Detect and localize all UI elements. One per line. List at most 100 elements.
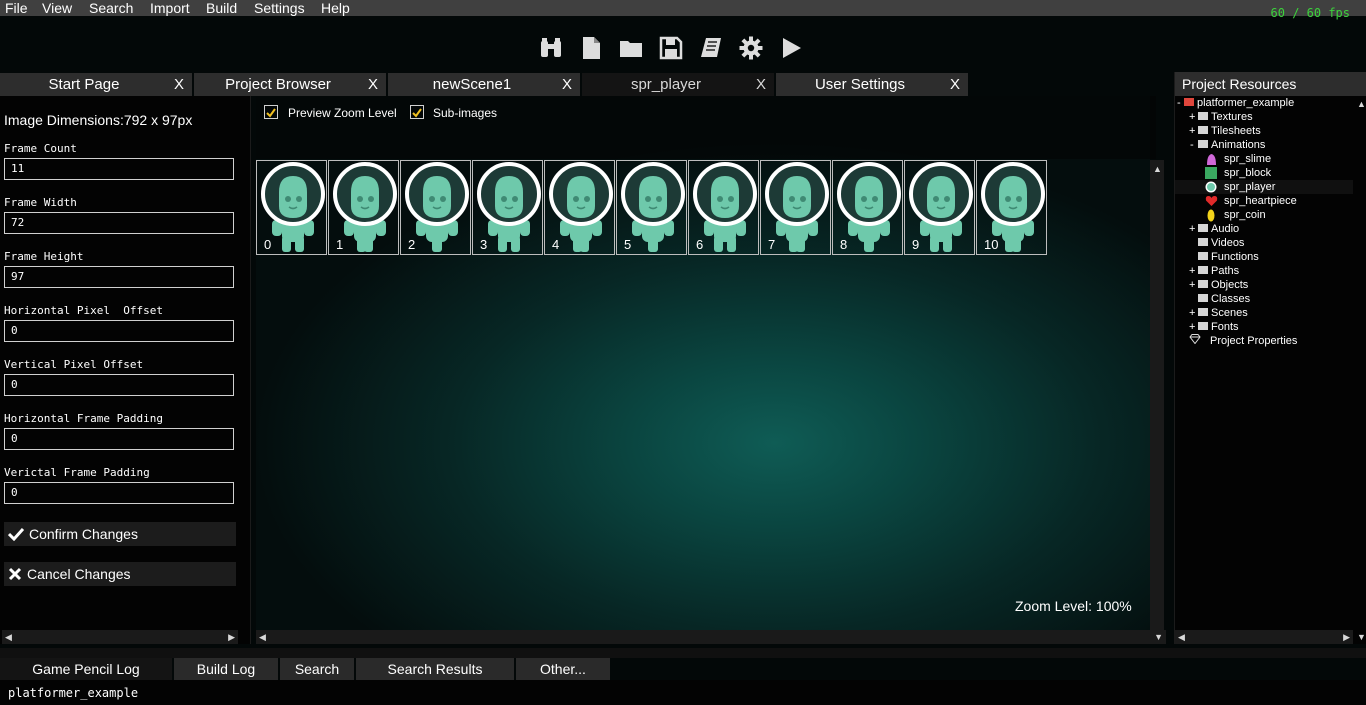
- tree-item-spr-player[interactable]: spr_player: [1175, 180, 1353, 194]
- canvas-horizontal-scrollbar[interactable]: ◀ ▼: [256, 630, 1166, 644]
- tab-close-button[interactable]: X: [174, 73, 184, 96]
- expand-toggle[interactable]: +: [1189, 306, 1195, 320]
- menu-build[interactable]: Build: [206, 0, 237, 16]
- scroll-up-arrow-icon[interactable]: ▲: [1153, 162, 1162, 176]
- scroll-right-arrow-icon[interactable]: ▶: [228, 630, 235, 644]
- tab-close-button[interactable]: X: [756, 73, 766, 96]
- new-file-icon[interactable]: [577, 34, 605, 62]
- scroll-up-arrow-icon[interactable]: ▲: [1357, 97, 1366, 111]
- tab-close-button[interactable]: X: [950, 73, 960, 96]
- book-icon[interactable]: [697, 34, 725, 62]
- tab-search[interactable]: Search: [280, 658, 354, 680]
- horizontal-offset-label: Horizontal Pixel Offset: [4, 304, 163, 317]
- tab-label: Project Browser: [225, 76, 331, 93]
- sprite-frame[interactable]: 5: [616, 160, 687, 255]
- expand-toggle[interactable]: +: [1189, 110, 1195, 124]
- tree-item-label: Textures: [1211, 111, 1253, 123]
- tab-close-button[interactable]: X: [368, 73, 378, 96]
- expand-toggle[interactable]: +: [1189, 278, 1195, 292]
- left-panel-horizontal-scrollbar[interactable]: ◀ ▶: [2, 630, 238, 644]
- sprite-frame[interactable]: 2: [400, 160, 471, 255]
- sprite-frame[interactable]: 4: [544, 160, 615, 255]
- horizontal-padding-field[interactable]: 0: [4, 428, 234, 450]
- menu-search[interactable]: Search: [89, 0, 133, 16]
- menu-file[interactable]: File: [5, 0, 28, 16]
- confirm-changes-button[interactable]: Confirm Changes: [4, 522, 236, 546]
- tree-item-fonts[interactable]: + Fonts: [1175, 320, 1353, 334]
- expand-toggle[interactable]: -: [1190, 138, 1194, 152]
- sprite-frame[interactable]: 1: [328, 160, 399, 255]
- tree-item-paths[interactable]: + Paths: [1175, 264, 1353, 278]
- resources-horizontal-scrollbar[interactable]: ◀ ▶: [1175, 630, 1353, 644]
- tab-build-log[interactable]: Build Log: [174, 658, 278, 680]
- tree-item-videos[interactable]: Videos: [1175, 236, 1353, 250]
- tree-item-objects[interactable]: + Objects: [1175, 278, 1353, 292]
- tree-item-spr-slime[interactable]: spr_slime: [1175, 152, 1353, 166]
- frame-height-field[interactable]: 97: [4, 266, 234, 288]
- tree-item-classes[interactable]: Classes: [1175, 292, 1353, 306]
- expand-toggle[interactable]: +: [1189, 320, 1195, 334]
- scroll-down-arrow-icon[interactable]: ▼: [1154, 630, 1163, 644]
- vertical-padding-field[interactable]: 0: [4, 482, 234, 504]
- tree-item-audio[interactable]: + Audio: [1175, 222, 1353, 236]
- sprite-frame[interactable]: 3: [472, 160, 543, 255]
- tree-item-spr-block[interactable]: spr_block: [1175, 166, 1353, 180]
- tree-item-spr-heartpiece[interactable]: spr_heartpiece: [1175, 194, 1353, 208]
- preview-zoom-checkbox[interactable]: [264, 105, 278, 119]
- tab-close-button[interactable]: X: [562, 73, 572, 96]
- tab-search-results[interactable]: Search Results: [356, 658, 514, 680]
- tree-item-animations[interactable]: - Animations: [1175, 138, 1353, 152]
- scroll-right-arrow-icon[interactable]: ▶: [1343, 630, 1350, 644]
- scroll-left-arrow-icon[interactable]: ◀: [259, 630, 266, 644]
- tab-user-settings[interactable]: User Settings X: [776, 73, 968, 96]
- tree-item-spr-coin[interactable]: spr_coin: [1175, 208, 1353, 222]
- expand-toggle[interactable]: +: [1189, 124, 1195, 138]
- folder-icon: [1198, 224, 1208, 233]
- sprite-frame[interactable]: 0: [256, 160, 327, 255]
- scroll-left-arrow-icon[interactable]: ◀: [5, 630, 12, 644]
- menu-help[interactable]: Help: [321, 0, 350, 16]
- subimages-checkbox[interactable]: [410, 105, 424, 119]
- sprite-icon: [1204, 208, 1218, 222]
- resources-vertical-scrollbar[interactable]: ▲ ▼: [1355, 96, 1366, 644]
- gem-icon: [1189, 334, 1201, 348]
- tab-spr-player[interactable]: spr_player X: [582, 73, 774, 96]
- tree-root-platformer-example[interactable]: - platformer_example: [1175, 96, 1366, 110]
- binoculars-icon[interactable]: [537, 34, 565, 62]
- sprite-frame[interactable]: 8: [832, 160, 903, 255]
- canvas-vertical-scrollbar[interactable]: ▲: [1150, 160, 1164, 630]
- scroll-left-arrow-icon[interactable]: ◀: [1178, 630, 1185, 644]
- menu-import[interactable]: Import: [150, 0, 190, 16]
- horizontal-offset-field[interactable]: 0: [4, 320, 234, 342]
- save-icon[interactable]: [657, 34, 685, 62]
- play-icon[interactable]: [777, 34, 805, 62]
- vertical-offset-field[interactable]: 0: [4, 374, 234, 396]
- tab-project-browser[interactable]: Project Browser X: [194, 73, 386, 96]
- expand-toggle[interactable]: +: [1189, 264, 1195, 278]
- tree-item-tilesheets[interactable]: + Tilesheets: [1175, 124, 1353, 138]
- tree-item-textures[interactable]: + Textures: [1175, 110, 1353, 124]
- sprite-frame[interactable]: 10: [976, 160, 1047, 255]
- frame-number: 10: [984, 237, 999, 252]
- cancel-changes-button[interactable]: Cancel Changes: [4, 562, 236, 586]
- tab-newscene1[interactable]: newScene1 X: [388, 73, 580, 96]
- tree-item-scenes[interactable]: + Scenes: [1175, 306, 1353, 320]
- image-dimensions: Image Dimensions:792 x 97px: [4, 112, 193, 128]
- sprite-frame[interactable]: 7: [760, 160, 831, 255]
- sprite-frame[interactable]: 9: [904, 160, 975, 255]
- tab-start-page[interactable]: Start Page X: [0, 73, 192, 96]
- tab-game-pencil-log[interactable]: Game Pencil Log: [0, 658, 172, 680]
- menu-settings[interactable]: Settings: [254, 0, 305, 16]
- scroll-down-arrow-icon[interactable]: ▼: [1357, 630, 1366, 644]
- tree-item-functions[interactable]: Functions: [1175, 250, 1353, 264]
- tree-item-label: spr_heartpiece: [1224, 195, 1297, 207]
- frame-count-field[interactable]: 11: [4, 158, 234, 180]
- expand-toggle[interactable]: +: [1189, 222, 1195, 236]
- frame-width-field[interactable]: 72: [4, 212, 234, 234]
- sprite-frame[interactable]: 6: [688, 160, 759, 255]
- tree-item-project-properties[interactable]: Project Properties: [1175, 334, 1353, 348]
- gear-icon[interactable]: [737, 34, 765, 62]
- menu-view[interactable]: View: [42, 0, 72, 16]
- open-folder-icon[interactable]: [617, 34, 645, 62]
- tab-other[interactable]: Other...: [516, 658, 610, 680]
